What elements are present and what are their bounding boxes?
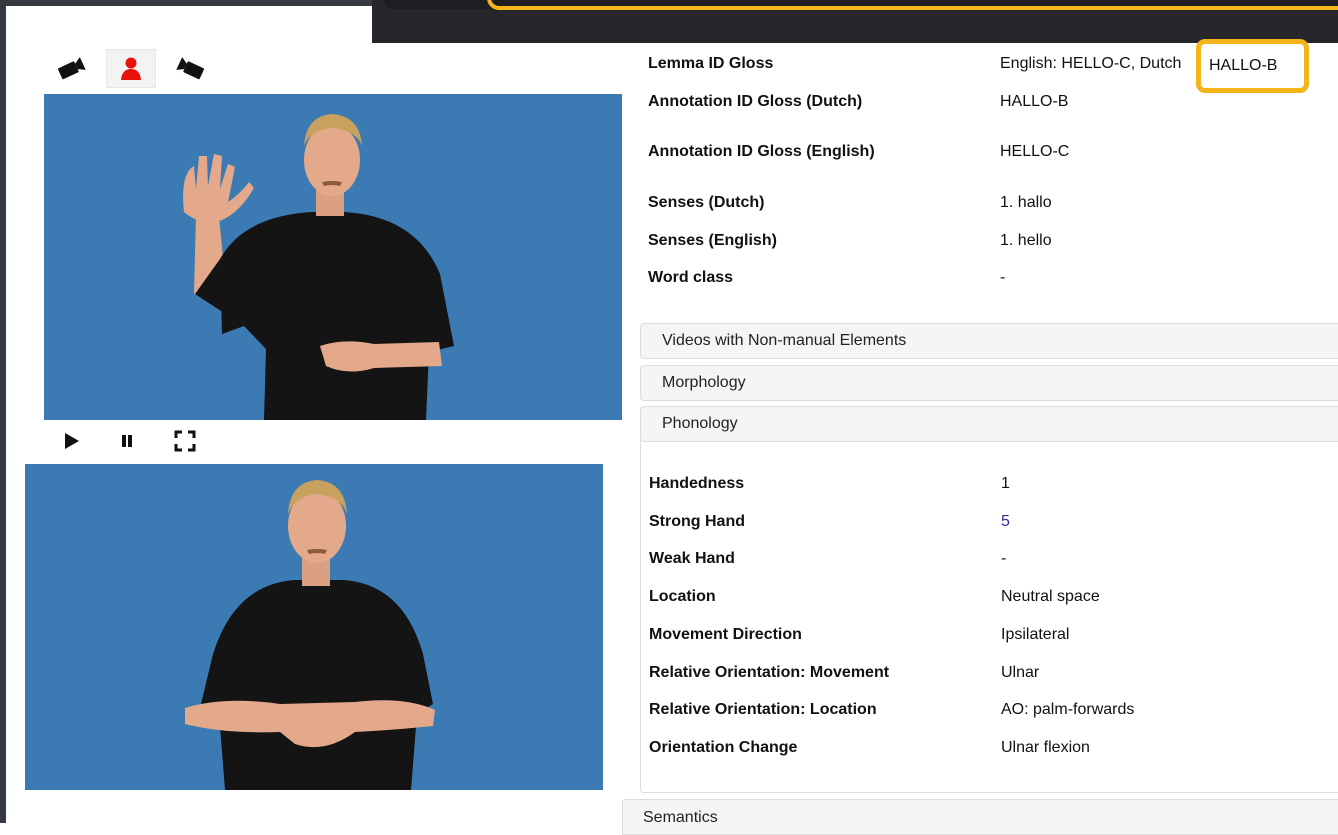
- camera-right-button[interactable]: [166, 49, 216, 88]
- fullscreen-button[interactable]: [173, 429, 197, 453]
- lemma-dutch-highlight: HALLO-B: [1196, 39, 1309, 93]
- handedness-value: 1: [1001, 475, 1010, 492]
- rel-orientation-movement-label: Relative Orientation: Movement: [649, 664, 890, 681]
- weak-hand-value: -: [1001, 550, 1007, 567]
- annotation-dutch-value: HALLO-B: [1000, 93, 1069, 110]
- word-class-value: -: [1000, 269, 1006, 286]
- rel-orientation-location-label: Relative Orientation: Location: [649, 701, 877, 718]
- location-label: Location: [649, 588, 716, 605]
- senses-english-label: Senses (English): [648, 232, 777, 249]
- pause-button[interactable]: [115, 429, 139, 453]
- senses-english-value: 1. hello: [1000, 232, 1052, 249]
- lemma-id-gloss-label: Lemma ID Gloss: [648, 55, 774, 72]
- strong-hand-link[interactable]: 5: [1001, 513, 1010, 531]
- pause-icon: [122, 435, 132, 447]
- window-edge-left: [0, 0, 6, 823]
- signer-figure-waving: [183, 114, 454, 420]
- strong-hand-label: Strong Hand: [649, 513, 745, 530]
- rel-orientation-location-value: AO: palm-forwards: [1001, 701, 1135, 718]
- fullscreen-icon: [174, 430, 196, 452]
- sign-video-main[interactable]: [44, 94, 622, 420]
- person-icon: [121, 57, 141, 80]
- top-highlight-frame: [487, 0, 1338, 10]
- location-value: Neutral space: [1001, 588, 1100, 605]
- weak-hand-label: Weak Hand: [649, 550, 735, 567]
- panel-nonmanual-videos[interactable]: Videos with Non-manual Elements: [640, 323, 1338, 359]
- orientation-change-value: Ulnar flexion: [1001, 739, 1090, 756]
- movement-direction-label: Movement Direction: [649, 626, 802, 643]
- senses-dutch-label: Senses (Dutch): [648, 194, 765, 211]
- play-button[interactable]: [59, 429, 83, 453]
- senses-dutch-value: 1. hallo: [1000, 194, 1052, 211]
- annotation-english-value: HELLO-C: [1000, 143, 1070, 160]
- handedness-label: Handedness: [649, 475, 745, 492]
- lemma-id-dutch-value: HALLO-B: [1209, 57, 1278, 74]
- rel-orientation-movement-value: Ulnar: [1001, 664, 1040, 681]
- camera-right-icon: [176, 56, 205, 79]
- person-view-button[interactable]: [106, 49, 156, 88]
- play-icon: [65, 433, 79, 449]
- word-class-label: Word class: [648, 269, 734, 286]
- panel-phonology[interactable]: Phonology: [640, 406, 1338, 442]
- lemma-id-gloss-value: English: HELLO-C, Dutch: [1000, 55, 1182, 72]
- sign-video-secondary[interactable]: [25, 464, 603, 790]
- signer-figure-neutral: [185, 480, 435, 790]
- panel-semantics[interactable]: Semantics: [622, 799, 1338, 835]
- camera-left-button[interactable]: [46, 49, 96, 88]
- annotation-english-label: Annotation ID Gloss (English): [648, 143, 875, 160]
- panel-morphology[interactable]: Morphology: [640, 365, 1338, 401]
- orientation-change-label: Orientation Change: [649, 739, 798, 756]
- camera-left-icon: [57, 56, 86, 79]
- annotation-dutch-label: Annotation ID Gloss (Dutch): [648, 93, 863, 110]
- movement-direction-value: Ipsilateral: [1001, 626, 1070, 643]
